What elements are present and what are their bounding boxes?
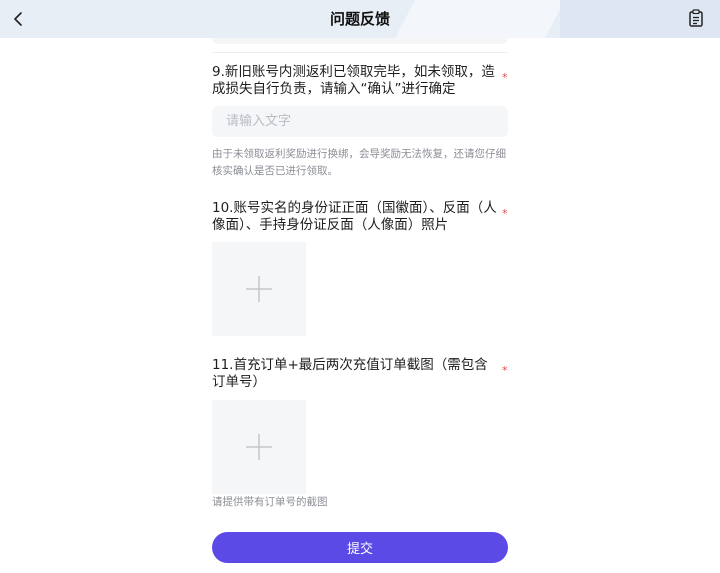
required-mark: * bbox=[502, 364, 508, 377]
clipboard-button[interactable] bbox=[688, 9, 706, 27]
id-photo-upload[interactable] bbox=[212, 242, 306, 336]
required-mark: * bbox=[502, 207, 508, 220]
question-9-text: 9.新旧账号内测返利已领取完毕，如未领取，造成损失自行负责，请输入“确认”进行确… bbox=[212, 64, 495, 97]
question-9-hint: 由于未领取返利奖励进行换绑，会导奖励无法恢复，还请您仔细核实确认是否已进行领取。 bbox=[212, 148, 506, 177]
plus-icon bbox=[246, 434, 272, 460]
plus-icon bbox=[246, 276, 272, 302]
back-button[interactable] bbox=[9, 9, 29, 29]
question-10-text: 10.账号实名的身份证正面（国徽面）、反面（人像面）、手持身份证反面（人像面）照… bbox=[212, 200, 497, 233]
required-mark: * bbox=[502, 71, 508, 84]
chevron-left-icon bbox=[14, 12, 22, 26]
previous-input-field[interactable] bbox=[212, 38, 508, 44]
confirm-text-input[interactable] bbox=[212, 106, 508, 137]
submit-button[interactable]: 提交 bbox=[212, 532, 508, 563]
header-bar: 问题反馈 bbox=[0, 0, 720, 38]
order-screenshot-upload[interactable] bbox=[212, 400, 306, 494]
question-11-hint: 请提供带有订单号的截图 bbox=[212, 496, 328, 508]
question-11-text: 11.首充订单+最后两次充值订单截图（需包含订单号） bbox=[212, 357, 488, 390]
page-title: 问题反馈 bbox=[329, 10, 390, 28]
clipboard-icon bbox=[689, 9, 703, 27]
divider bbox=[212, 52, 508, 53]
